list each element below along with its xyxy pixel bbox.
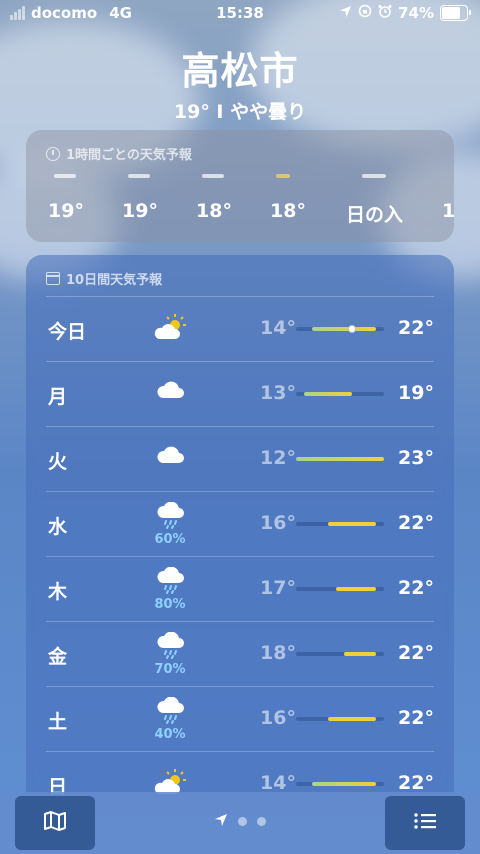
temp-range-bar: [336, 587, 376, 591]
list-icon: [413, 812, 437, 834]
hourly-item: 19°: [122, 200, 158, 222]
city-name: 高松市: [181, 49, 299, 93]
precip-chance: 70%: [154, 662, 186, 677]
precip-chance: 60%: [154, 532, 186, 547]
page-dot: [257, 817, 266, 826]
hourly-item: 日の入: [346, 204, 404, 226]
hourly-item: 19°: [48, 200, 84, 222]
day-label: 今日: [48, 321, 87, 343]
cloud-icon: [155, 381, 185, 404]
temp-range-track: [296, 522, 384, 526]
hourly-forecast-card[interactable]: 1時間ごとの天気予報 19° 19° 18° 18° 日の入 1: [26, 130, 456, 242]
temp-range-track: [296, 325, 384, 333]
high-temp: 22°: [398, 707, 434, 729]
location-page-icon: [214, 812, 228, 831]
high-temp: 22°: [398, 577, 434, 599]
day-label: 土: [48, 711, 68, 733]
forecast-row[interactable]: 火 12° 23°: [46, 426, 434, 492]
ten-day-forecast-card: 10日間天気予報 今日 14° 22° 月 13° 19° 火 12° 23° 水 60% 16° 22…: [26, 255, 454, 815]
forecast-row[interactable]: 金 70% 18° 22°: [46, 621, 434, 687]
cloud-icon: [155, 446, 185, 469]
location-arrow-icon: [339, 4, 352, 22]
temp-range-bar: [328, 717, 376, 721]
forecast-row[interactable]: 水 60% 16° 22°: [46, 491, 434, 557]
temp-range-track: [296, 652, 384, 656]
temp-range-track: [296, 457, 384, 461]
calendar-icon: [46, 272, 60, 285]
low-temp: 16°: [260, 707, 296, 729]
forecast-row[interactable]: 木 80% 17° 22°: [46, 556, 434, 622]
forecast-row[interactable]: 月 13° 19°: [46, 361, 434, 427]
battery-percent: 74%: [398, 4, 434, 22]
battery-icon: [440, 5, 471, 21]
high-temp: 22°: [398, 317, 434, 339]
precip-chance: 80%: [154, 597, 186, 612]
day-label: 月: [48, 386, 68, 408]
temp-range-bar: [328, 522, 376, 526]
low-temp: 16°: [260, 512, 296, 534]
hourly-item: 18°: [196, 200, 232, 222]
temp-range-bar: [304, 392, 352, 396]
alarm-icon: [378, 4, 392, 22]
forecast-row[interactable]: 土 40% 16° 22°: [46, 686, 434, 752]
high-temp: 22°: [398, 772, 434, 794]
sun-behind-cloud-icon: [153, 314, 187, 345]
day-label: 木: [48, 581, 68, 603]
hourly-item: 1: [442, 200, 456, 222]
day-label: 金: [48, 646, 68, 668]
orientation-lock-icon: [358, 4, 372, 22]
low-temp: 14°: [260, 317, 296, 339]
day-label: 火: [48, 451, 68, 473]
forecast-row[interactable]: 今日 14° 22°: [46, 296, 434, 362]
clock-icon: [46, 146, 60, 161]
city-list-button[interactable]: [385, 796, 465, 850]
day-label: 水: [48, 516, 68, 538]
hourly-item: 18°: [270, 200, 306, 222]
low-temp: 18°: [260, 642, 296, 664]
temp-range-bar: [296, 457, 384, 461]
high-temp: 22°: [398, 642, 434, 664]
bottom-toolbar: [0, 792, 480, 854]
temp-range-track: [296, 392, 384, 396]
low-temp: 12°: [260, 447, 296, 469]
location-header: 高松市 19° I やや曇り: [0, 40, 480, 124]
high-temp: 19°: [398, 382, 434, 404]
precip-chance: 40%: [154, 727, 186, 742]
status-bar: docomo 4G 15:38 74%: [0, 0, 480, 28]
current-condition: 19° I やや曇り: [173, 101, 307, 123]
hourly-title: 1時間ごとの天気予報: [66, 148, 192, 163]
low-temp: 14°: [260, 772, 296, 794]
temp-range-track: [296, 717, 384, 721]
low-temp: 13°: [260, 382, 296, 404]
low-temp: 17°: [260, 577, 296, 599]
current-temp-marker: [348, 325, 356, 333]
temp-range-track: [296, 587, 384, 591]
temp-range-bar: [312, 327, 376, 331]
temp-range-bar: [344, 652, 376, 656]
page-dot: [238, 817, 247, 826]
temp-range-track: [296, 782, 384, 786]
temp-range-bar: [312, 782, 376, 786]
high-temp: 23°: [398, 447, 434, 469]
daily-title: 10日間天気予報: [66, 273, 163, 288]
high-temp: 22°: [398, 512, 434, 534]
